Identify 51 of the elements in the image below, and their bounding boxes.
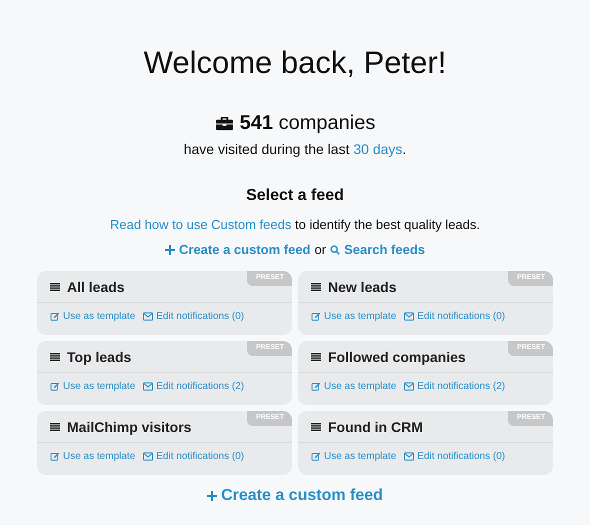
envelope-icon xyxy=(404,382,414,391)
edit-notifications-link[interactable]: Edit notifications (0) xyxy=(404,311,506,322)
list-icon xyxy=(50,422,60,430)
envelope-icon xyxy=(143,382,154,391)
help-sentence: Read how to use Custom feeds to identify the best quality leads. xyxy=(110,217,480,232)
feed-title: Found in CRM xyxy=(328,418,423,434)
search-icon xyxy=(330,244,340,254)
use-template-link[interactable]: Use as template xyxy=(311,381,396,392)
edit-notifications-link[interactable]: Edit notifications (0) xyxy=(143,311,244,322)
envelope-icon xyxy=(404,312,414,321)
use-template-link[interactable]: Use as template xyxy=(50,451,136,462)
use-template-link[interactable]: Use as template xyxy=(50,311,136,322)
use-template-link[interactable]: Use as template xyxy=(311,451,396,462)
pencil-square-icon xyxy=(50,452,60,461)
visited-sentence: have visited during the last 30 days. xyxy=(184,141,406,157)
list-icon xyxy=(311,282,321,290)
edit-notifications-link[interactable]: Edit notifications (2) xyxy=(143,381,244,392)
feed-title: MailChimp visitors xyxy=(67,418,192,434)
search-feeds-link[interactable]: Search feeds xyxy=(330,242,425,257)
feed-title: Top leads xyxy=(67,348,132,364)
pencil-square-icon xyxy=(50,312,60,321)
list-icon xyxy=(50,282,60,290)
company-count: 541 companies xyxy=(240,111,376,135)
plus-icon xyxy=(207,491,218,501)
pencil-square-icon xyxy=(311,312,321,321)
feed-title: New leads xyxy=(328,278,396,294)
edit-notifications-link[interactable]: Edit notifications (0) xyxy=(143,451,244,462)
envelope-icon xyxy=(143,452,154,461)
envelope-icon xyxy=(143,312,154,321)
use-template-link[interactable]: Use as template xyxy=(50,381,136,392)
use-template-link[interactable]: Use as template xyxy=(311,311,396,322)
period-link[interactable]: 30 days xyxy=(353,141,402,157)
edit-notifications-link[interactable]: Edit notifications (2) xyxy=(404,381,506,392)
pencil-square-icon xyxy=(50,382,60,391)
help-link[interactable]: Read how to use Custom feeds xyxy=(110,217,292,232)
list-icon xyxy=(311,422,321,430)
or-text: or xyxy=(314,242,326,257)
pencil-square-icon xyxy=(311,452,321,461)
list-icon xyxy=(311,352,321,360)
pencil-square-icon xyxy=(311,382,321,391)
create-feed-link[interactable]: Create a custom feed xyxy=(207,487,383,505)
list-icon xyxy=(50,352,60,360)
section-heading: Select a feed xyxy=(246,187,344,205)
feed-title: All leads xyxy=(67,278,125,294)
plus-icon xyxy=(165,244,175,254)
edit-notifications-link[interactable]: Edit notifications (0) xyxy=(404,451,506,462)
welcome-heading: Welcome back, Peter! xyxy=(144,44,446,82)
envelope-icon xyxy=(404,452,414,461)
feed-title: Followed companies xyxy=(328,348,466,364)
create-feed-link[interactable]: Create a custom feed xyxy=(165,242,310,257)
briefcase-icon xyxy=(214,116,234,130)
